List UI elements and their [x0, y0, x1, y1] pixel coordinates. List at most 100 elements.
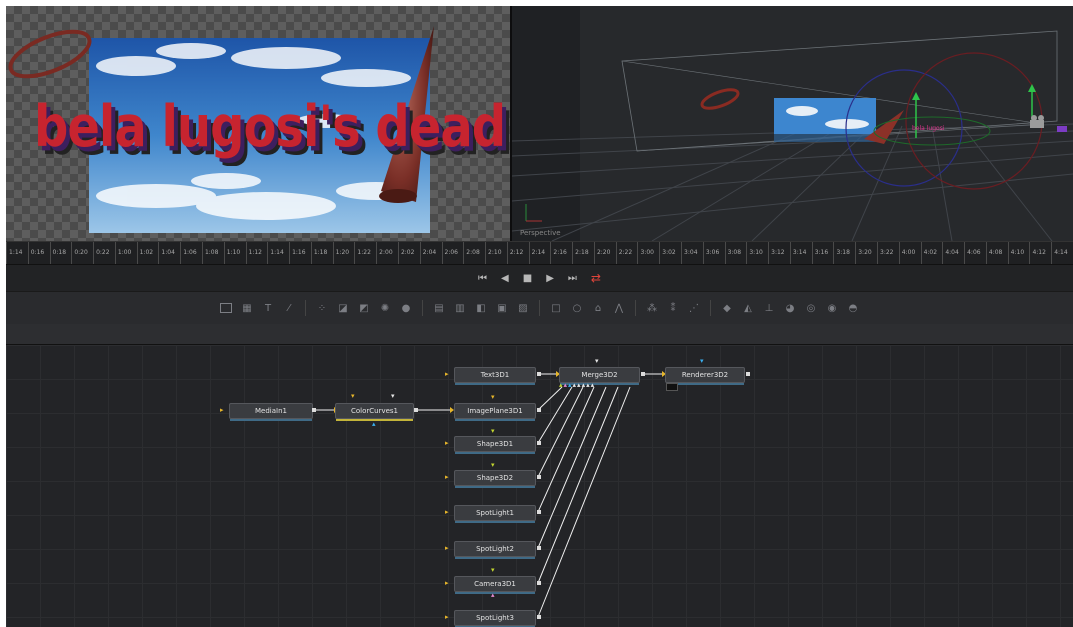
- node-label: Shape3D1: [476, 440, 514, 448]
- node-renderer3d2[interactable]: Renderer3D2: [665, 367, 745, 385]
- ruler-tick: 2:04: [419, 242, 436, 264]
- output-port[interactable]: [537, 510, 541, 514]
- ruler-tick: 2:02: [397, 242, 414, 264]
- node-thumbnail-toggle[interactable]: [666, 383, 678, 391]
- text3d-icon[interactable]: ◭: [740, 300, 756, 316]
- blur-icon[interactable]: ⁘: [314, 300, 330, 316]
- particle-render-icon[interactable]: ⁑: [665, 300, 681, 316]
- input-port[interactable]: ▸: [445, 509, 449, 516]
- input-port[interactable]: ▾: [491, 567, 495, 574]
- camera3d-icon[interactable]: ⊥: [761, 300, 777, 316]
- bspline-icon[interactable]: ⋀: [611, 300, 627, 316]
- ruler-tick: 1:06: [180, 242, 197, 264]
- input-port[interactable]: ▸: [445, 440, 449, 447]
- ruler-tick: 2:06: [441, 242, 458, 264]
- ruler-tick: 3:00: [637, 242, 654, 264]
- transform-icon[interactable]: ▨: [515, 300, 531, 316]
- merge3d-icon[interactable]: ◉: [824, 300, 840, 316]
- node-spotlight1[interactable]: SpotLight1: [454, 505, 536, 523]
- ruler-tick: 4:06: [964, 242, 981, 264]
- light3d-icon[interactable]: ◕: [782, 300, 798, 316]
- output-port[interactable]: [641, 372, 645, 376]
- merge-input-ports[interactable]: ▴▴▴▴▴▴▴▴: [559, 382, 595, 389]
- ruler-tick: 2:00: [376, 242, 393, 264]
- ruler-tick: 1:14: [267, 242, 284, 264]
- time-ruler[interactable]: 1:14 0:16 0:18 0:20 0:22 1:00 1:02 1:04 1:06 1:08…: [6, 241, 1073, 265]
- node-shape3d2[interactable]: Shape3D2: [454, 470, 536, 488]
- text-icon[interactable]: T: [260, 300, 276, 316]
- image3d-icon[interactable]: ◓: [845, 300, 861, 316]
- saver-icon[interactable]: ◧: [473, 300, 489, 316]
- effect-port[interactable]: ▴: [491, 592, 495, 599]
- output-port[interactable]: [414, 408, 418, 412]
- merge-icon[interactable]: ▤: [431, 300, 447, 316]
- node-imageplane3d1[interactable]: ImagePlane3D1: [454, 403, 536, 421]
- fusion-page: bela lugosi's dead bela lugosi Perspecti…: [6, 6, 1073, 627]
- output-port[interactable]: [537, 475, 541, 479]
- input-port[interactable]: ▾: [700, 358, 704, 365]
- paint-icon[interactable]: ⁄: [281, 300, 297, 316]
- loop-button[interactable]: ⇄: [591, 271, 601, 285]
- ruler-tick: 4:12: [1029, 242, 1046, 264]
- effect-port[interactable]: ▴: [372, 421, 376, 428]
- output-port[interactable]: [312, 408, 316, 412]
- viewer-right[interactable]: bela lugosi Perspective: [512, 6, 1073, 241]
- brightness-icon[interactable]: ◪: [335, 300, 351, 316]
- ruler-tick: 1:20: [332, 242, 349, 264]
- input-port[interactable]: ▸: [445, 474, 449, 481]
- bg-icon[interactable]: [218, 300, 234, 316]
- node-text3d1[interactable]: Text3D1: [454, 367, 536, 385]
- rectangle-icon[interactable]: □: [548, 300, 564, 316]
- node-label: Text3D1: [480, 371, 510, 379]
- input-port[interactable]: ▾: [491, 394, 495, 401]
- renderer3d-icon[interactable]: ◎: [803, 300, 819, 316]
- last-frame-button[interactable]: ⏭: [568, 273, 577, 284]
- node-mediain1[interactable]: MediaIn1: [229, 403, 313, 421]
- node-camera3d1[interactable]: Camera3D1: [454, 576, 536, 594]
- polygon-icon[interactable]: ⌂: [590, 300, 606, 316]
- loader-icon[interactable]: ▥: [452, 300, 468, 316]
- node-spotlight3[interactable]: SpotLight3: [454, 610, 536, 627]
- input-port[interactable]: ▾: [595, 358, 599, 365]
- output-port[interactable]: [746, 372, 750, 376]
- toolbar-separator: [539, 300, 540, 316]
- input-port[interactable]: ▸: [445, 371, 449, 378]
- mask-icon[interactable]: ▦: [239, 300, 255, 316]
- stop-button[interactable]: ■: [523, 273, 532, 284]
- input-port[interactable]: ▾: [491, 428, 495, 435]
- input-port[interactable]: ▾: [351, 393, 355, 400]
- step-back-button[interactable]: ◀: [501, 273, 509, 284]
- output-port[interactable]: [537, 408, 541, 412]
- output-port[interactable]: [537, 546, 541, 550]
- channel-icon[interactable]: ▣: [494, 300, 510, 316]
- node-shape3d1[interactable]: Shape3D1: [454, 436, 536, 454]
- particle-icon[interactable]: ⋰: [686, 300, 702, 316]
- node-editor[interactable]: MediaIn1 ▸ ColorCurves1 ▾ ▾ ▴ Text3D1 ▸ …: [6, 345, 1073, 627]
- input-port[interactable]: ▸: [220, 407, 224, 414]
- viewer-left[interactable]: bela lugosi's dead: [6, 6, 510, 241]
- output-port[interactable]: [537, 372, 541, 376]
- particle-emitter-icon[interactable]: ⁂: [644, 300, 660, 316]
- input-port[interactable]: ▸: [445, 614, 449, 621]
- input-port[interactable]: ▾: [491, 462, 495, 469]
- ellipse-icon[interactable]: ○: [569, 300, 585, 316]
- play-button[interactable]: ▶: [546, 273, 554, 284]
- colorcorrect-icon[interactable]: ◩: [356, 300, 372, 316]
- node-label: Camera3D1: [474, 580, 516, 588]
- ruler-tick: 3:04: [681, 242, 698, 264]
- input-port[interactable]: ▸: [445, 545, 449, 552]
- output-port[interactable]: [537, 581, 541, 585]
- first-frame-button[interactable]: ⏮: [478, 273, 487, 284]
- transport-controls: ⏮ ◀ ■ ▶ ⏭ ⇄: [6, 265, 1073, 291]
- node-colorcurves1[interactable]: ColorCurves1: [335, 403, 414, 421]
- drop-icon[interactable]: ●: [398, 300, 414, 316]
- shape3d-icon[interactable]: ◆: [719, 300, 735, 316]
- output-port[interactable]: [537, 441, 541, 445]
- output-port[interactable]: [537, 615, 541, 619]
- ruler-tick: 2:12: [506, 242, 523, 264]
- ruler-tick: 3:06: [702, 242, 719, 264]
- input-port[interactable]: ▸: [445, 580, 449, 587]
- light-icon[interactable]: ✺: [377, 300, 393, 316]
- node-spotlight2[interactable]: SpotLight2: [454, 541, 536, 559]
- mask-port[interactable]: ▾: [391, 393, 395, 400]
